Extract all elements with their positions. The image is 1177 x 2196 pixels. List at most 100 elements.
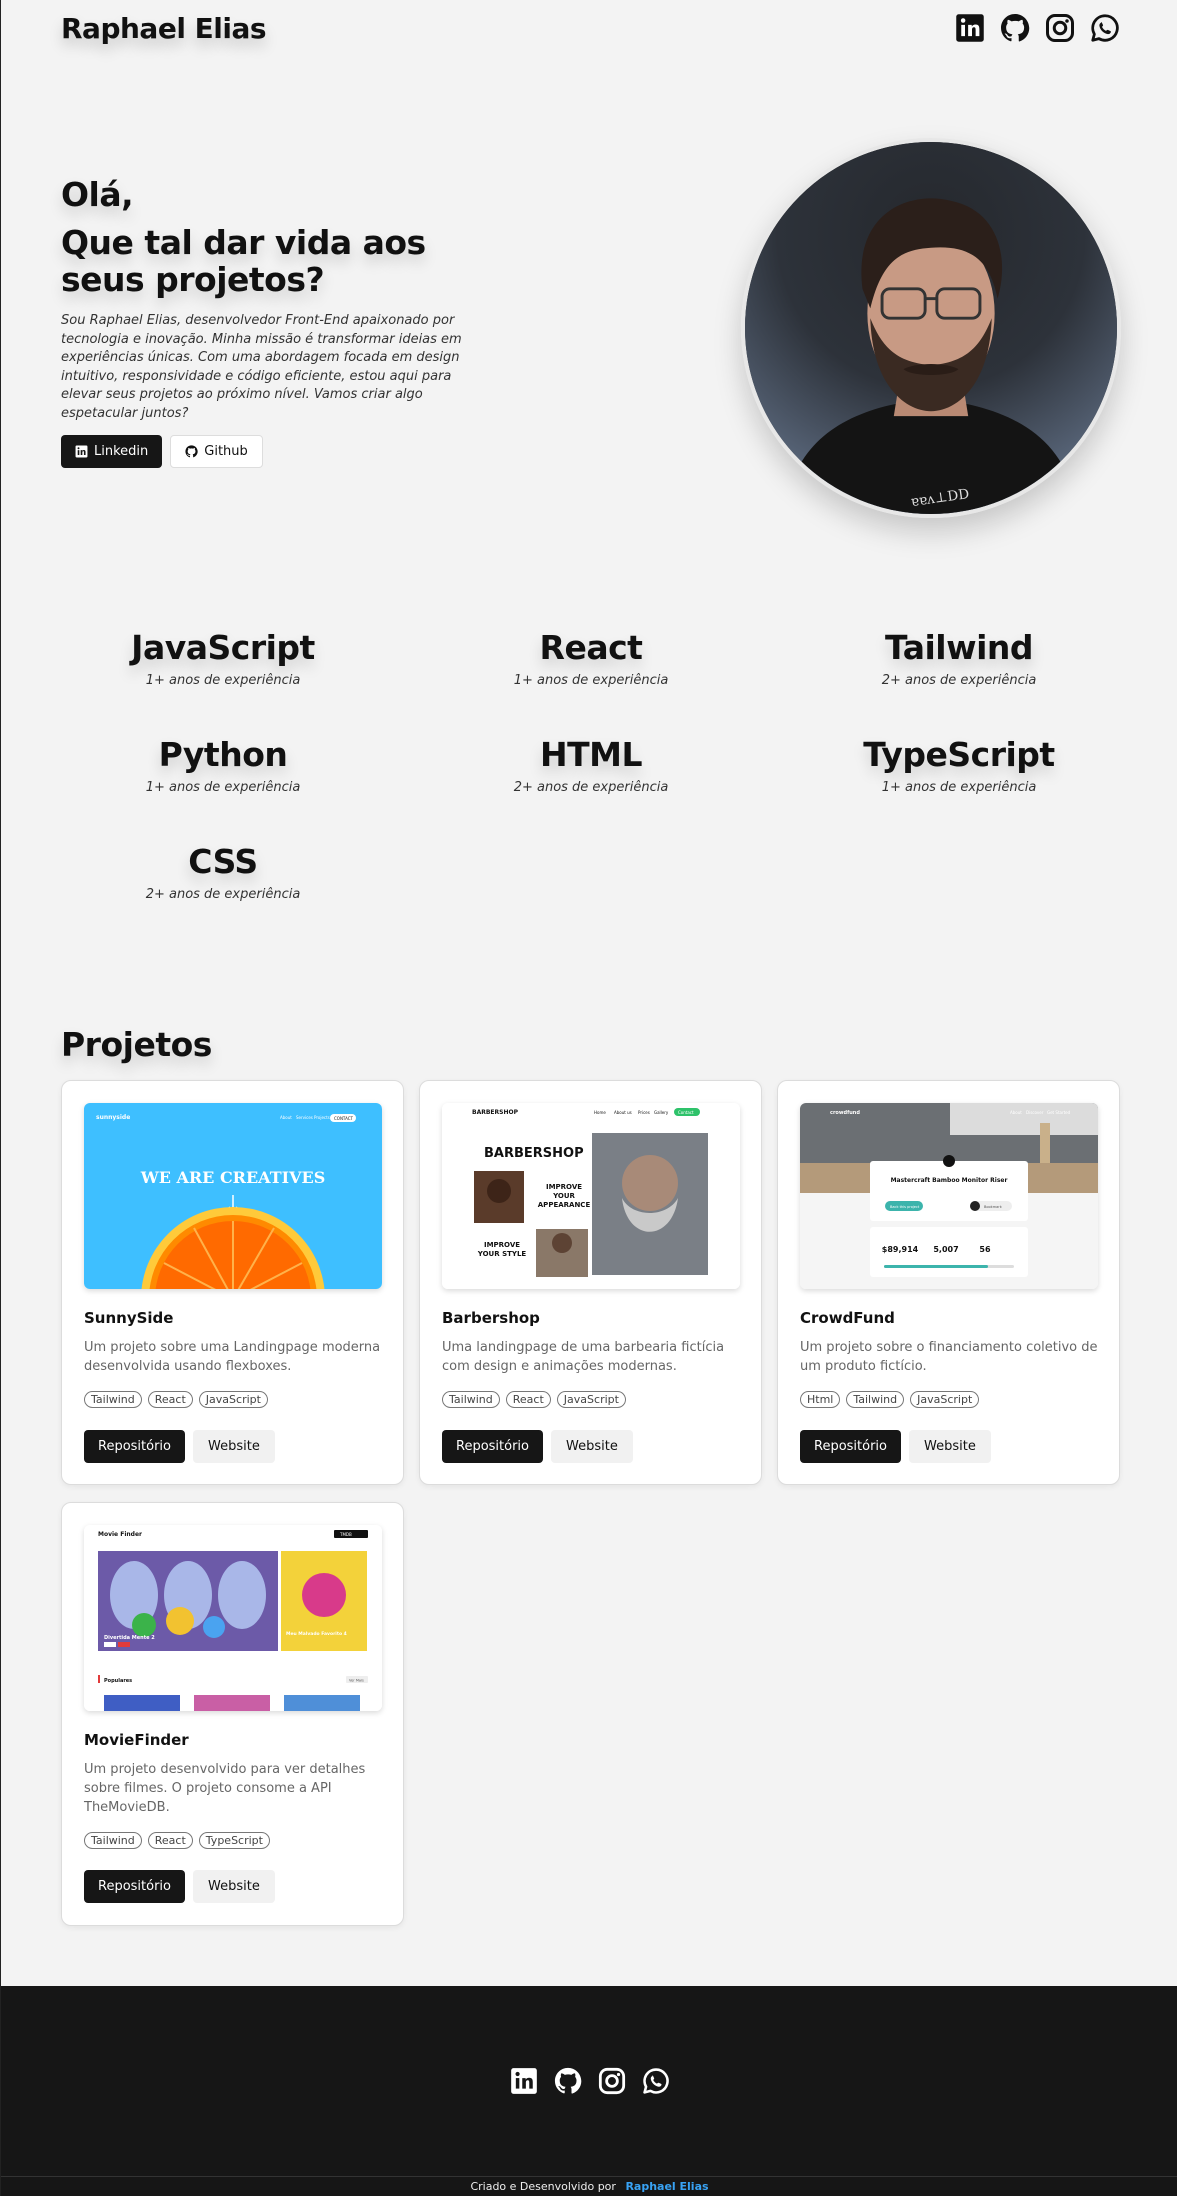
project-description: Uma landingpage de uma barbearia fictíci… xyxy=(442,1340,725,1374)
skill-item: Python 1+ anos de experiência xyxy=(73,735,373,795)
svg-text:Meu Malvado Favorito 4: Meu Malvado Favorito 4 xyxy=(286,1631,347,1637)
instagram-icon[interactable] xyxy=(1045,13,1075,43)
website-button[interactable]: Website xyxy=(551,1430,633,1463)
svg-text:Mastercraft Bamboo Monitor Ris: Mastercraft Bamboo Monitor Riser xyxy=(891,1177,1008,1184)
repository-button[interactable]: Repositório xyxy=(442,1430,543,1463)
linkedin-icon[interactable] xyxy=(955,13,985,43)
project-description: Um projeto sobre o financiamento coletiv… xyxy=(800,1340,1098,1374)
hero-section: Olá, Que tal dar vida aos seus projetos?… xyxy=(61,175,501,468)
header-social-links xyxy=(955,13,1120,43)
skill-item: Tailwind 2+ anos de experiência xyxy=(809,628,1109,688)
whatsapp-icon[interactable] xyxy=(642,2067,670,2095)
tag: Tailwind xyxy=(84,1391,142,1408)
skill-name: JavaScript xyxy=(131,628,315,667)
skill-item: HTML 2+ anos de experiência xyxy=(441,735,741,795)
skill-name: Tailwind xyxy=(884,628,1034,667)
tag: JavaScript xyxy=(556,1391,626,1408)
skill-item: JavaScript 1+ anos de experiência xyxy=(73,628,373,688)
svg-text:CONTACT: CONTACT xyxy=(334,1116,354,1121)
repository-button[interactable]: Repositório xyxy=(800,1430,901,1463)
project-card-crowdfund: crowdfund About Discover Get Started Mas… xyxy=(777,1080,1120,1485)
linkedin-icon xyxy=(75,445,88,458)
tag: JavaScript xyxy=(910,1391,980,1408)
project-thumbnail[interactable]: sunnyside About Services Projects CONTAC… xyxy=(84,1103,382,1289)
svg-text:About: About xyxy=(1010,1110,1022,1115)
tag: React xyxy=(505,1391,551,1408)
github-icon[interactable] xyxy=(554,2067,582,2095)
svg-text:Prices: Prices xyxy=(638,1110,650,1115)
website-button[interactable]: Website xyxy=(193,1430,275,1463)
project-actions: Repositório Website xyxy=(442,1430,633,1463)
github-button[interactable]: Github xyxy=(170,435,263,468)
project-title: MovieFinder xyxy=(84,1731,189,1749)
tag: TypeScript xyxy=(198,1832,270,1849)
skill-name: Python xyxy=(158,735,288,774)
skill-experience: 1+ anos de experiência xyxy=(145,780,301,795)
svg-text:5,007: 5,007 xyxy=(933,1245,958,1254)
svg-text:Contact: Contact xyxy=(678,1110,694,1115)
site-footer: Criado e Desenvolvido por Raphael Elias xyxy=(1,1986,1177,2196)
svg-text:Projects: Projects xyxy=(314,1115,330,1120)
hero-description: Sou Raphael Elias, desenvolvedor Front-E… xyxy=(61,313,462,421)
projects-heading: Projetos xyxy=(61,1025,212,1064)
hero-buttons: Linkedin Github xyxy=(61,435,501,468)
skill-name: React xyxy=(539,628,643,667)
skill-name: HTML xyxy=(540,735,643,774)
credit-prefix: Criado e Desenvolvido por xyxy=(470,2180,616,2193)
linkedin-button[interactable]: Linkedin xyxy=(61,435,163,468)
svg-text:Movie Finder: Movie Finder xyxy=(98,1531,142,1538)
svg-text:56: 56 xyxy=(979,1245,991,1254)
skill-name: TypeScript xyxy=(863,735,1055,774)
tag: JavaScript xyxy=(198,1391,268,1408)
svg-text:Get Started: Get Started xyxy=(1047,1110,1071,1115)
svg-text:Bookmark: Bookmark xyxy=(984,1205,1003,1209)
linkedin-button-label: Linkedin xyxy=(94,444,149,459)
instagram-icon[interactable] xyxy=(598,2067,626,2095)
svg-text:$89,914: $89,914 xyxy=(882,1245,919,1254)
credit-author-link[interactable]: Raphael Elias xyxy=(625,2180,708,2193)
footer-credit: Criado e Desenvolvido por Raphael Elias xyxy=(1,2176,1177,2196)
project-thumbnail[interactable]: Movie Finder TMDB Divertida Mente 2 Meu … xyxy=(84,1525,382,1711)
tag: Tailwind xyxy=(84,1832,142,1849)
project-card-moviefinder: Movie Finder TMDB Divertida Mente 2 Meu … xyxy=(61,1502,404,1926)
project-description: Um projeto desenvolvido para ver detalhe… xyxy=(84,1762,366,1815)
project-card-barbershop: BARBERSHOP Home About us Prices Gallery … xyxy=(419,1080,762,1485)
skill-experience: 1+ anos de experiência xyxy=(145,673,301,688)
svg-text:Home: Home xyxy=(594,1110,606,1115)
project-actions: Repositório Website xyxy=(800,1430,991,1463)
project-description: Um projeto sobre uma Landingpage moderna… xyxy=(84,1340,381,1374)
repository-button[interactable]: Repositório xyxy=(84,1870,185,1903)
github-button-label: Github xyxy=(204,444,248,459)
project-tags: Tailwind React JavaScript xyxy=(442,1391,626,1408)
svg-text:Gallery: Gallery xyxy=(654,1110,669,1115)
project-tags: Html Tailwind JavaScript xyxy=(800,1391,980,1408)
skill-experience: 2+ anos de experiência xyxy=(145,887,301,902)
project-title: SunnySide xyxy=(84,1309,174,1327)
brand-logo[interactable]: Raphael Elias xyxy=(61,12,267,45)
svg-text:Divertida Mente 2: Divertida Mente 2 xyxy=(104,1635,155,1641)
tag: Tailwind xyxy=(442,1391,500,1408)
skill-experience: 1+ anos de experiência xyxy=(513,673,669,688)
project-title: Barbershop xyxy=(442,1309,540,1327)
project-thumbnail[interactable]: BARBERSHOP Home About us Prices Gallery … xyxy=(442,1103,740,1289)
website-button[interactable]: Website xyxy=(193,1870,275,1903)
repository-button[interactable]: Repositório xyxy=(84,1430,185,1463)
svg-text:BARBERSHOP: BARBERSHOP xyxy=(484,1146,584,1161)
svg-text:About: About xyxy=(280,1115,292,1120)
svg-text:TMDB: TMDB xyxy=(339,1532,352,1537)
project-tags: Tailwind React TypeScript xyxy=(84,1832,270,1849)
whatsapp-icon[interactable] xyxy=(1090,13,1120,43)
footer-social-links xyxy=(510,2067,670,2095)
svg-text:Ver Mais: Ver Mais xyxy=(349,1679,364,1683)
skill-experience: 2+ anos de experiência xyxy=(881,673,1037,688)
svg-text:crowdfund: crowdfund xyxy=(830,1110,860,1116)
github-icon[interactable] xyxy=(1000,13,1030,43)
skill-experience: 1+ anos de experiência xyxy=(881,780,1037,795)
project-title: CrowdFund xyxy=(800,1309,895,1327)
svg-text:WE ARE CREATIVES: WE ARE CREATIVES xyxy=(140,1168,326,1187)
tag: Html xyxy=(800,1391,841,1408)
project-thumbnail[interactable]: crowdfund About Discover Get Started Mas… xyxy=(800,1103,1098,1289)
website-button[interactable]: Website xyxy=(909,1430,991,1463)
github-icon xyxy=(185,445,198,458)
linkedin-icon[interactable] xyxy=(510,2067,538,2095)
